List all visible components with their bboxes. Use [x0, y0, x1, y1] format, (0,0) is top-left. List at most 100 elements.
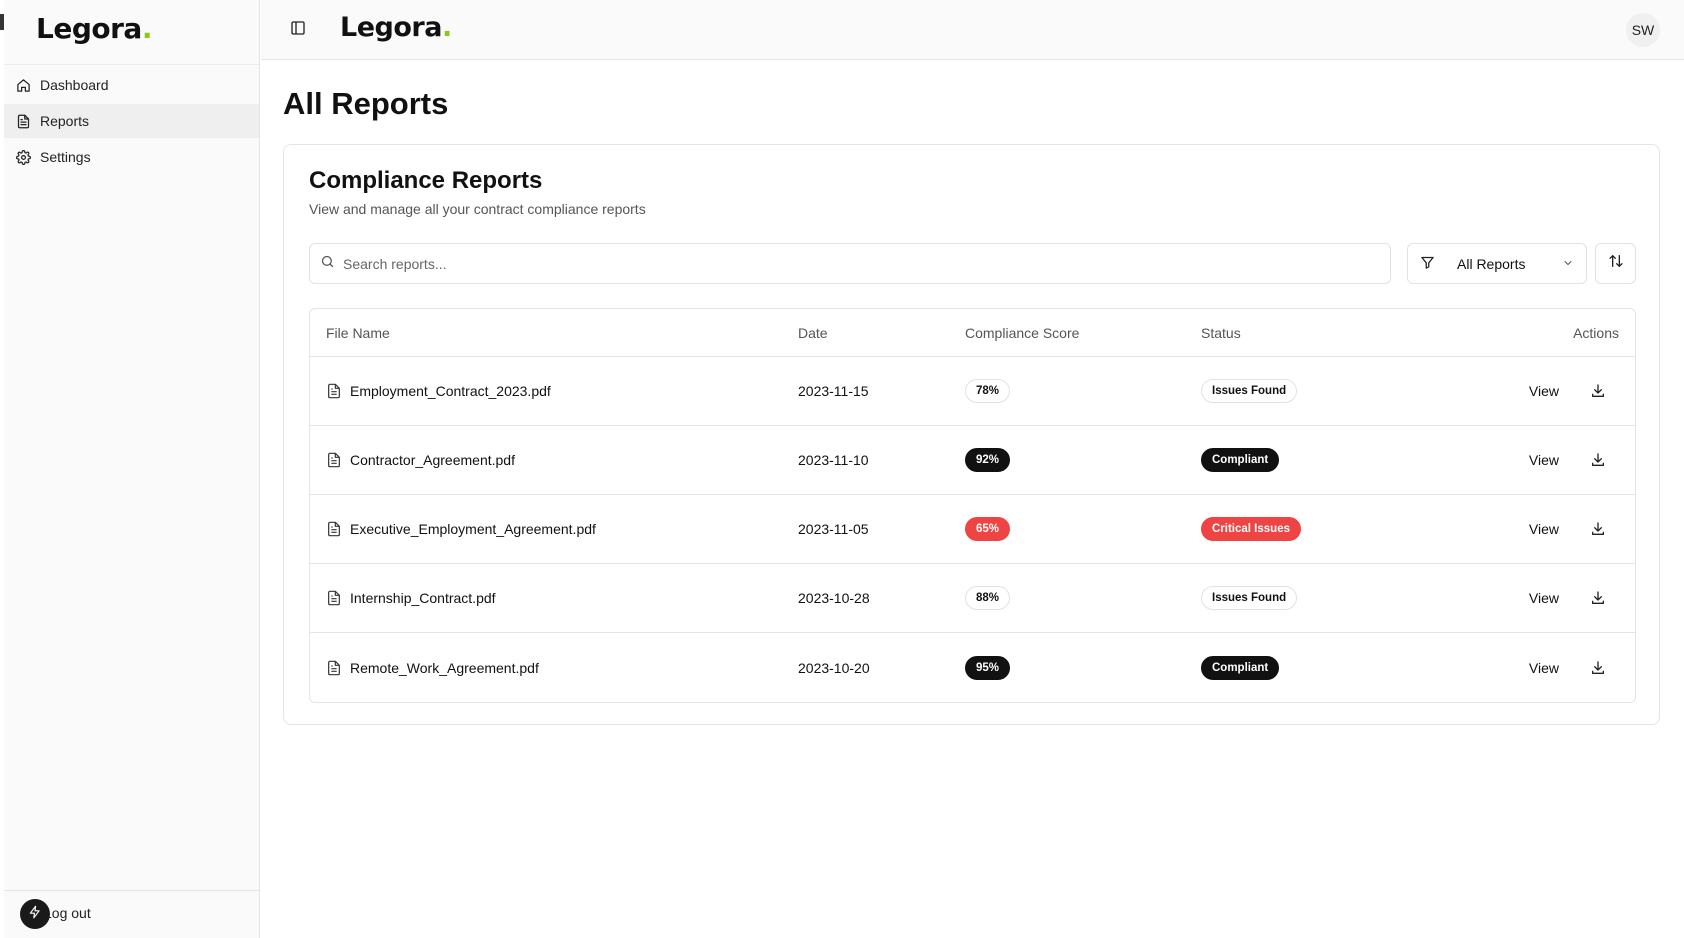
date-cell: 2023-11-15 [798, 383, 869, 399]
col-header-actions: Actions [1573, 324, 1619, 341]
filter-selected-value: All Reports [1457, 255, 1526, 272]
logo-dot: . [441, 12, 452, 43]
view-button[interactable]: View [1529, 660, 1559, 676]
status-cell: Compliant [1201, 655, 1461, 680]
col-header-status: Status [1201, 324, 1241, 341]
file-cell: Contractor_Agreement.pdf [310, 452, 798, 468]
score-badge: 92% [965, 448, 1011, 472]
col-header-date: Date [798, 324, 828, 341]
file-cell: Employment_Contract_2023.pdf [310, 383, 798, 399]
table-header: File Name Date Compliance Score Status A… [310, 309, 1635, 357]
col-header-file-name: File Name [326, 324, 390, 341]
sidebar-item-label: Reports [40, 113, 90, 129]
status-filter-select[interactable]: All Reports [1407, 243, 1587, 284]
sidebar: Legora. Dashboard Reports Settings Log o… [4, 0, 260, 938]
view-button[interactable]: View [1529, 521, 1559, 537]
sidebar-item-settings[interactable]: Settings [4, 140, 259, 174]
date-cell: 2023-10-20 [798, 659, 870, 676]
sidebar-footer: Log out [4, 890, 259, 938]
lightning-icon [28, 905, 42, 924]
gear-icon [14, 148, 32, 166]
status-cell: Issues Found [1201, 379, 1461, 403]
logout-button[interactable]: Log out [44, 905, 91, 921]
logo-dot: . [141, 12, 153, 45]
file-icon [326, 660, 342, 676]
panel-left-icon [290, 20, 306, 41]
filter-icon [1420, 255, 1435, 273]
top-bar: Legora. SW [261, 0, 1684, 60]
file-icon [326, 590, 342, 606]
file-name: Executive_Employment_Agreement.pdf [350, 521, 596, 537]
sidebar-item-label: Dashboard [40, 77, 109, 93]
download-icon[interactable] [1589, 451, 1607, 469]
card-title: Compliance Reports [309, 167, 543, 194]
app-root: Legora. Dashboard Reports Settings Log o… [0, 0, 1684, 938]
col-header-score: Compliance Score [965, 324, 1080, 341]
score-badge: 78% [965, 379, 1011, 403]
chevron-down-icon [1562, 256, 1574, 272]
lightning-fab[interactable] [20, 899, 50, 929]
table-row: Executive_Employment_Agreement.pdf 2023-… [310, 495, 1635, 564]
file-text-icon [14, 112, 32, 130]
download-icon[interactable] [1589, 589, 1607, 607]
file-name: Employment_Contract_2023.pdf [350, 383, 551, 399]
search-input[interactable] [343, 255, 1243, 272]
date-cell: 2023-11-10 [798, 452, 869, 468]
sidebar-divider [4, 64, 259, 65]
sort-arrows-icon [1608, 253, 1624, 274]
status-badge: Compliant [1201, 655, 1280, 680]
avatar[interactable]: SW [1626, 13, 1660, 47]
score-cell: 95% [965, 655, 1201, 680]
status-cell: Issues Found [1201, 586, 1461, 610]
status-cell: Critical Issues [1201, 517, 1461, 541]
status-badge: Issues Found [1201, 379, 1298, 403]
date-cell: 2023-11-05 [798, 521, 869, 537]
score-cell: 92% [965, 448, 1201, 472]
home-icon [14, 76, 32, 94]
score-badge: 88% [965, 586, 1011, 610]
file-icon [326, 452, 342, 468]
sidebar-item-label: Settings [40, 149, 91, 165]
score-cell: 88% [965, 586, 1201, 610]
sidebar-item-dashboard[interactable]: Dashboard [4, 68, 259, 102]
table-row: Internship_Contract.pdf 2023-10-28 88% I… [310, 564, 1635, 633]
sidebar-nav: Dashboard Reports Settings [4, 66, 259, 176]
view-button[interactable]: View [1529, 452, 1559, 468]
actions-cell: View [1461, 659, 1635, 677]
header-logo[interactable]: Legora. [340, 12, 452, 43]
search-icon [320, 254, 335, 274]
sidebar-logo[interactable]: Legora. [36, 12, 152, 45]
actions-cell: View [1461, 451, 1635, 469]
sort-button[interactable] [1595, 243, 1636, 284]
download-icon[interactable] [1589, 659, 1607, 677]
file-name: Internship_Contract.pdf [350, 590, 496, 606]
logo-text: Legora [340, 12, 442, 43]
table-row: Remote_Work_Agreement.pdf 2023-10-20 95%… [310, 633, 1635, 702]
search-box [309, 243, 1391, 284]
download-icon[interactable] [1589, 382, 1607, 400]
status-badge: Issues Found [1201, 586, 1298, 610]
table-row: Employment_Contract_2023.pdf 2023-11-15 … [310, 357, 1635, 426]
sidebar-toggle-button[interactable] [288, 20, 308, 40]
page-title: All Reports [283, 86, 449, 121]
table-row: Contractor_Agreement.pdf 2023-11-10 92% … [310, 426, 1635, 495]
actions-cell: View [1461, 520, 1635, 538]
reports-card: Compliance Reports View and manage all y… [283, 144, 1660, 725]
score-badge: 65% [965, 517, 1011, 541]
score-cell: 65% [965, 517, 1201, 541]
download-icon[interactable] [1589, 520, 1607, 538]
view-button[interactable]: View [1529, 590, 1559, 606]
logo-text: Legora [36, 12, 142, 45]
actions-cell: View [1461, 382, 1635, 400]
score-cell: 78% [965, 379, 1201, 403]
sidebar-item-reports[interactable]: Reports [4, 104, 259, 138]
file-cell: Internship_Contract.pdf [310, 590, 798, 606]
file-name: Contractor_Agreement.pdf [350, 452, 515, 468]
view-button[interactable]: View [1529, 383, 1559, 399]
file-cell: Executive_Employment_Agreement.pdf [310, 521, 798, 537]
actions-cell: View [1461, 589, 1635, 607]
file-cell: Remote_Work_Agreement.pdf [310, 660, 798, 676]
file-icon [326, 521, 342, 537]
reports-table: File Name Date Compliance Score Status A… [309, 308, 1636, 703]
file-name: Remote_Work_Agreement.pdf [350, 659, 539, 676]
